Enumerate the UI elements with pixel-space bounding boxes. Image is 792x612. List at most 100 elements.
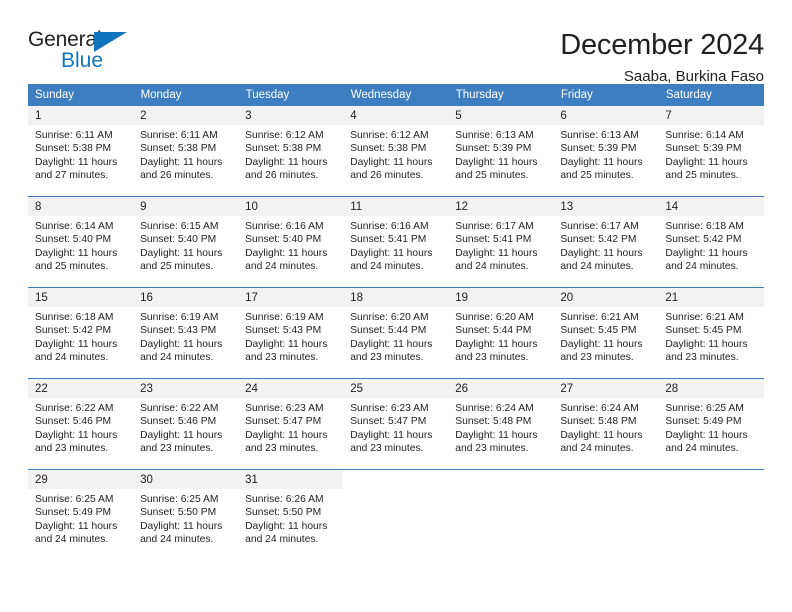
calendar-day-cell[interactable]: 6 Sunrise: 6:13 AM Sunset: 5:39 PM Daylight… (553, 106, 659, 197)
detail-daylight-line2: and 24 minutes. (140, 534, 214, 546)
calendar-day-cell[interactable]: 27 Sunrise: 6:24 AM Sunset: 5:48 PM Dayligh… (553, 378, 659, 470)
weekday-header-tuesday: Tuesday (238, 84, 344, 106)
day-sun-details: Sunrise: 6:23 AM Sunset: 5:47 PM Daylight:… (343, 398, 448, 456)
calendar-day-cell[interactable]: 16 Sunrise: 6:19 AM Sunset: 5:43 PM Dayligh… (133, 287, 239, 379)
day-cell-inner: 25 Sunrise: 6:23 AM Sunset: 5:47 PM Dayligh… (343, 379, 449, 469)
calendar-day-cell[interactable]: 5 Sunrise: 6:13 AM Sunset: 5:39 PM Daylight… (448, 106, 554, 197)
detail-daylight-line2: and 27 minutes. (35, 170, 109, 182)
day-number: 22 (28, 379, 134, 398)
calendar-page: General Blue December 2024 Saaba, Burkin… (0, 0, 792, 612)
day-number: 11 (343, 197, 449, 216)
detail-daylight-line1: Daylight: 11 hours (35, 520, 118, 532)
detail-daylight-line1: Daylight: 11 hours (665, 429, 748, 441)
detail-sunset: Sunset: 5:47 PM (245, 416, 322, 428)
calendar-day-cell[interactable]: 21 Sunrise: 6:21 AM Sunset: 5:45 PM Dayligh… (658, 287, 764, 379)
calendar-day-cell[interactable]: 14 Sunrise: 6:18 AM Sunset: 5:42 PM Dayligh… (658, 196, 764, 288)
detail-sunrise: Sunrise: 6:25 AM (35, 494, 114, 505)
calendar-day-cell[interactable]: 13 Sunrise: 6:17 AM Sunset: 5:42 PM Dayligh… (553, 196, 659, 288)
calendar-day-cell[interactable]: 29 Sunrise: 6:25 AM Sunset: 5:49 PM Dayligh… (28, 469, 134, 560)
detail-sunset: Sunset: 5:45 PM (665, 325, 742, 337)
detail-sunset: Sunset: 5:38 PM (350, 143, 427, 155)
day-sun-details: Sunrise: 6:19 AM Sunset: 5:43 PM Daylight:… (133, 307, 238, 365)
detail-sunrise: Sunrise: 6:13 AM (560, 130, 639, 141)
calendar-day-cell[interactable]: 7 Sunrise: 6:14 AM Sunset: 5:39 PM Daylight… (658, 106, 764, 197)
calendar-day-cell[interactable]: 23 Sunrise: 6:22 AM Sunset: 5:46 PM Dayligh… (133, 378, 239, 470)
calendar-day-cell[interactable]: 15 Sunrise: 6:18 AM Sunset: 5:42 PM Dayligh… (28, 287, 134, 379)
detail-sunrise: Sunrise: 6:21 AM (665, 312, 744, 323)
detail-sunset: Sunset: 5:38 PM (245, 143, 322, 155)
detail-daylight-line2: and 24 minutes. (455, 261, 529, 273)
day-sun-details: Sunrise: 6:21 AM Sunset: 5:45 PM Daylight:… (553, 307, 658, 365)
day-sun-details: Sunrise: 6:19 AM Sunset: 5:43 PM Daylight:… (238, 307, 343, 365)
calendar-day-cell[interactable]: 1 Sunrise: 6:11 AM Sunset: 5:38 PM Daylight… (28, 106, 134, 197)
day-number: 6 (553, 106, 659, 125)
day-number: 17 (238, 288, 344, 307)
day-number: 18 (343, 288, 449, 307)
calendar-day-cell[interactable]: 2 Sunrise: 6:11 AM Sunset: 5:38 PM Daylight… (133, 106, 239, 197)
detail-daylight-line1: Daylight: 11 hours (35, 247, 118, 259)
calendar-day-cell[interactable]: 24 Sunrise: 6:23 AM Sunset: 5:47 PM Dayligh… (238, 378, 344, 470)
day-number: 10 (238, 197, 344, 216)
detail-sunrise: Sunrise: 6:25 AM (140, 494, 219, 505)
detail-daylight-line2: and 23 minutes. (350, 352, 424, 364)
calendar-day-cell[interactable]: 19 Sunrise: 6:20 AM Sunset: 5:44 PM Dayligh… (448, 287, 554, 379)
day-cell-inner: 29 Sunrise: 6:25 AM Sunset: 5:49 PM Dayligh… (28, 470, 134, 560)
day-cell-inner: 5 Sunrise: 6:13 AM Sunset: 5:39 PM Daylight… (448, 106, 554, 196)
detail-daylight-line2: and 25 minutes. (140, 261, 214, 273)
detail-sunset: Sunset: 5:42 PM (35, 325, 112, 337)
detail-daylight-line2: and 26 minutes. (140, 170, 214, 182)
calendar-day-cell[interactable]: 25 Sunrise: 6:23 AM Sunset: 5:47 PM Dayligh… (343, 378, 449, 470)
detail-daylight-line1: Daylight: 11 hours (455, 247, 538, 259)
calendar-day-cell[interactable]: 30 Sunrise: 6:25 AM Sunset: 5:50 PM Dayligh… (133, 469, 239, 560)
detail-daylight-line2: and 24 minutes. (350, 261, 424, 273)
day-number: 28 (658, 379, 764, 398)
day-cell-inner: 10 Sunrise: 6:16 AM Sunset: 5:40 PM Dayligh… (238, 197, 344, 287)
calendar-day-cell-empty (343, 469, 449, 560)
detail-daylight-line1: Daylight: 11 hours (35, 338, 118, 350)
detail-sunrise: Sunrise: 6:18 AM (665, 221, 744, 232)
day-cell-inner: 27 Sunrise: 6:24 AM Sunset: 5:48 PM Dayligh… (553, 379, 659, 469)
day-cell-inner: 19 Sunrise: 6:20 AM Sunset: 5:44 PM Dayligh… (448, 288, 554, 378)
detail-sunset: Sunset: 5:44 PM (455, 325, 532, 337)
calendar-day-cell[interactable]: 22 Sunrise: 6:22 AM Sunset: 5:46 PM Dayligh… (28, 378, 134, 470)
calendar-day-cell[interactable]: 10 Sunrise: 6:16 AM Sunset: 5:40 PM Dayligh… (238, 196, 344, 288)
calendar-day-cell[interactable]: 17 Sunrise: 6:19 AM Sunset: 5:43 PM Dayligh… (238, 287, 344, 379)
day-number: 13 (553, 197, 659, 216)
calendar-day-cell[interactable]: 26 Sunrise: 6:24 AM Sunset: 5:48 PM Dayligh… (448, 378, 554, 470)
detail-sunset: Sunset: 5:46 PM (35, 416, 112, 428)
detail-daylight-line1: Daylight: 11 hours (35, 429, 118, 441)
day-number: 31 (238, 470, 344, 489)
calendar-week-row: 15 Sunrise: 6:18 AM Sunset: 5:42 PM Dayligh… (28, 287, 764, 379)
day-cell-inner (553, 470, 658, 560)
calendar-day-cell[interactable]: 3 Sunrise: 6:12 AM Sunset: 5:38 PM Daylight… (238, 106, 344, 197)
detail-daylight-line2: and 23 minutes. (560, 352, 634, 364)
calendar-day-cell[interactable]: 28 Sunrise: 6:25 AM Sunset: 5:49 PM Dayligh… (658, 378, 764, 470)
calendar-day-cell[interactable]: 4 Sunrise: 6:12 AM Sunset: 5:38 PM Daylight… (343, 106, 449, 197)
calendar-day-cell[interactable]: 12 Sunrise: 6:17 AM Sunset: 5:41 PM Dayligh… (448, 196, 554, 288)
day-number: 1 (28, 106, 134, 125)
day-sun-details: Sunrise: 6:17 AM Sunset: 5:41 PM Daylight:… (448, 216, 553, 274)
day-cell-inner: 4 Sunrise: 6:12 AM Sunset: 5:38 PM Daylight… (343, 106, 449, 196)
calendar-day-cell[interactable]: 11 Sunrise: 6:16 AM Sunset: 5:41 PM Dayligh… (343, 196, 449, 288)
detail-daylight-line1: Daylight: 11 hours (455, 338, 538, 350)
day-sun-details: Sunrise: 6:25 AM Sunset: 5:49 PM Daylight:… (28, 489, 133, 547)
calendar-day-cell[interactable]: 8 Sunrise: 6:14 AM Sunset: 5:40 PM Daylight… (28, 196, 134, 288)
detail-daylight-line1: Daylight: 11 hours (560, 247, 643, 259)
detail-sunset: Sunset: 5:50 PM (245, 507, 322, 519)
day-sun-details: Sunrise: 6:13 AM Sunset: 5:39 PM Daylight:… (553, 125, 658, 183)
calendar-day-cell[interactable]: 31 Sunrise: 6:26 AM Sunset: 5:50 PM Dayligh… (238, 469, 344, 560)
detail-sunrise: Sunrise: 6:11 AM (140, 130, 218, 141)
calendar-day-cell[interactable]: 9 Sunrise: 6:15 AM Sunset: 5:40 PM Daylight… (133, 196, 239, 288)
detail-sunset: Sunset: 5:48 PM (560, 416, 637, 428)
detail-daylight-line2: and 24 minutes. (35, 534, 109, 546)
calendar-day-cell[interactable]: 20 Sunrise: 6:21 AM Sunset: 5:45 PM Dayligh… (553, 287, 659, 379)
day-cell-inner: 3 Sunrise: 6:12 AM Sunset: 5:38 PM Daylight… (238, 106, 344, 196)
calendar-day-cell[interactable]: 18 Sunrise: 6:20 AM Sunset: 5:44 PM Dayligh… (343, 287, 449, 379)
detail-sunset: Sunset: 5:45 PM (560, 325, 637, 337)
detail-daylight-line2: and 25 minutes. (35, 261, 109, 273)
day-number: 29 (28, 470, 134, 489)
detail-sunset: Sunset: 5:39 PM (560, 143, 637, 155)
detail-sunrise: Sunrise: 6:22 AM (35, 403, 114, 414)
detail-daylight-line1: Daylight: 11 hours (455, 156, 538, 168)
day-number: 26 (448, 379, 554, 398)
